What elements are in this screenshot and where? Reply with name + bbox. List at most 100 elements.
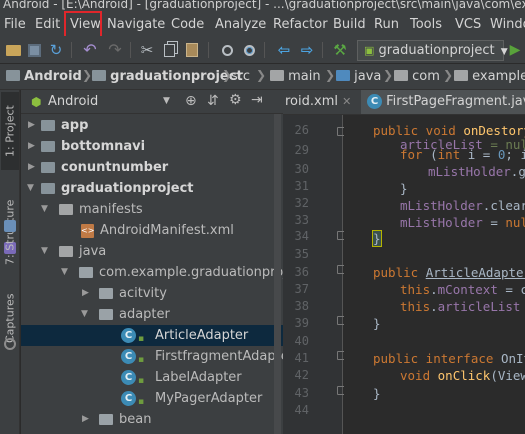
navigation-breadcrumb: Android ❯ graduationproject ❯ src ❯ main… [0, 64, 525, 90]
breadcrumb-separator-icon: ❯ [443, 68, 454, 82]
tree-item-package-root[interactable]: ▼ com.example.graduationproject [21, 262, 283, 283]
cut-icon[interactable]: ✂ [138, 41, 156, 59]
xml-file-icon: <> [81, 224, 94, 238]
menu-file[interactable]: File [4, 17, 26, 32]
menu-tools[interactable]: Tools [410, 17, 442, 32]
breadcrumb-com[interactable]: com [394, 69, 440, 84]
menu-run[interactable]: Run [374, 17, 399, 32]
back-icon[interactable]: ⇦ [275, 41, 293, 59]
editor-tab-xml[interactable]: roid.xml ✕ [283, 90, 358, 114]
code-line: } [373, 386, 381, 401]
collapse-arrow-icon[interactable]: ▼ [81, 304, 88, 325]
tree-item-label: ArticleAdapter [155, 328, 249, 343]
tree-item-java[interactable]: ▼ java [21, 241, 283, 262]
tree-item-bottomnavi[interactable]: ▶ bottomnavi [21, 136, 283, 157]
tree-item-articleadapter[interactable]: C ▪ ArticleAdapter [21, 325, 283, 346]
collapse-arrow-icon[interactable]: ▼ [27, 178, 34, 199]
menu-navigate[interactable]: Navigate [107, 17, 165, 32]
sync-icon[interactable]: ↻ [47, 41, 65, 59]
tree-item-label: conuntnumber [61, 160, 169, 175]
copy-icon[interactable] [160, 41, 178, 59]
code-line: mListHolder.clear( [400, 198, 525, 213]
menu-refactor[interactable]: Refactor [273, 17, 328, 32]
breadcrumb-src[interactable]: src [231, 69, 250, 84]
editor-tab-firstpagefragment[interactable]: C FirstPageFragment.java [361, 90, 525, 114]
settings-gear-icon[interactable]: ⚙ [229, 92, 242, 108]
tree-item-app[interactable]: ▶ app [21, 115, 283, 136]
code-editor[interactable]: public void onDestory( articleList = nul… [344, 115, 525, 434]
find-icon[interactable] [218, 41, 236, 59]
tree-item-label: manifests [79, 202, 143, 217]
tree-item-label: AndroidManifest.xml [100, 223, 234, 238]
line-number: 41 [294, 351, 309, 365]
line-number: 35 [294, 247, 309, 261]
menu-vcs[interactable]: VCS [455, 17, 481, 32]
breadcrumb-android[interactable]: Android [6, 69, 82, 84]
structure-icon [4, 220, 16, 232]
tab-project[interactable]: 1: Project [1, 92, 19, 170]
collapse-arrow-icon[interactable]: ▼ [41, 241, 48, 262]
project-tree-scrollbar[interactable] [274, 114, 281, 434]
folder-icon [59, 204, 73, 215]
menu-build[interactable]: Build [333, 17, 366, 32]
menu-analyze[interactable]: Analyze [215, 17, 266, 32]
line-number: 43 [294, 386, 309, 400]
code-line: this.articleList = [400, 299, 521, 314]
class-icon: C [121, 391, 136, 406]
code-line: for (int i = 0; i [400, 147, 525, 162]
menu-edit[interactable]: Edit [35, 17, 60, 32]
menu-window[interactable]: Window [490, 17, 525, 32]
forward-icon[interactable]: ⇨ [298, 41, 316, 59]
menu-code[interactable]: Code [171, 17, 204, 32]
tree-item-mypageradapter[interactable]: C ▪ MyPagerAdapter [21, 388, 283, 409]
tree-item-graduationproject[interactable]: ▼ graduationproject [21, 178, 283, 199]
breadcrumb-graduationproject[interactable]: graduationproject [92, 69, 243, 84]
undo-icon[interactable]: ↶ [81, 41, 99, 59]
scroll-from-source-icon[interactable]: ⊕ [185, 93, 197, 109]
expand-arrow-icon[interactable]: ▶ [28, 157, 35, 178]
expand-arrow-icon[interactable]: ▶ [28, 115, 35, 136]
run-icon[interactable]: ▶ [506, 41, 524, 59]
line-number: 29 [294, 143, 309, 157]
code-line: mListHolder = null [400, 215, 525, 230]
open-folder-icon[interactable] [4, 41, 22, 59]
line-number: 31 [294, 179, 309, 193]
breadcrumb-java[interactable]: java [336, 69, 381, 84]
breadcrumb-main[interactable]: main [270, 69, 321, 84]
collapse-arrow-icon[interactable]: ▼ [61, 262, 68, 283]
breadcrumb-example[interactable]: example [454, 69, 525, 84]
save-all-icon[interactable] [25, 41, 43, 59]
code-line: } [373, 316, 381, 331]
code-line: public ArticleAdapter( [373, 265, 525, 280]
line-number: 36 [294, 265, 309, 279]
editor-gutter: 26 29 30 31 32 33 34 35 36 37 38 39 40 4… [283, 115, 346, 434]
make-project-icon[interactable]: ⚒ [331, 41, 349, 59]
folder-icon [454, 70, 468, 81]
collapse-arrow-icon[interactable]: ▼ [41, 199, 48, 220]
tree-item-androidmanifest[interactable]: <> AndroidManifest.xml [21, 220, 283, 241]
run-config-dropdown[interactable]: ▣ graduationproject ▼ [357, 40, 508, 61]
tree-item-acitvity[interactable]: ▶ acitvity [21, 283, 283, 304]
breadcrumb-separator-icon: ❯ [383, 68, 394, 82]
hide-panel-icon[interactable]: ⇥ [251, 92, 263, 108]
package-icon [79, 267, 93, 278]
tree-item-labeladapter[interactable]: C ▪ LabelAdapter [21, 367, 283, 388]
expand-arrow-icon[interactable]: ▶ [82, 283, 89, 304]
tab-structure[interactable]: 7: Structure [1, 190, 19, 274]
replace-icon[interactable] [240, 41, 258, 59]
line-number: 33 [294, 213, 309, 227]
expand-arrow-icon[interactable]: ▶ [82, 409, 89, 430]
tree-item-conuntnumber[interactable]: ▶ conuntnumber [21, 157, 283, 178]
project-view-mode[interactable]: Android [48, 94, 98, 109]
tree-item-bean[interactable]: ▶ bean [21, 409, 283, 430]
redo-icon[interactable]: ↷ [106, 41, 124, 59]
view-mode-dropdown-icon[interactable]: ▼ [163, 96, 170, 106]
close-icon[interactable]: ✕ [342, 95, 351, 108]
tree-item-manifests[interactable]: ▼ manifests [21, 199, 283, 220]
collapse-all-icon[interactable]: ⇵ [207, 93, 219, 109]
tree-item-firstfragmentadapter[interactable]: C ▪ FirstfragmentAdapter [21, 346, 283, 367]
expand-arrow-icon[interactable]: ▶ [28, 136, 35, 157]
tree-item-adapter[interactable]: ▼ adapter [21, 304, 283, 325]
class-icon: C [121, 328, 136, 343]
paste-icon[interactable] [183, 41, 201, 59]
